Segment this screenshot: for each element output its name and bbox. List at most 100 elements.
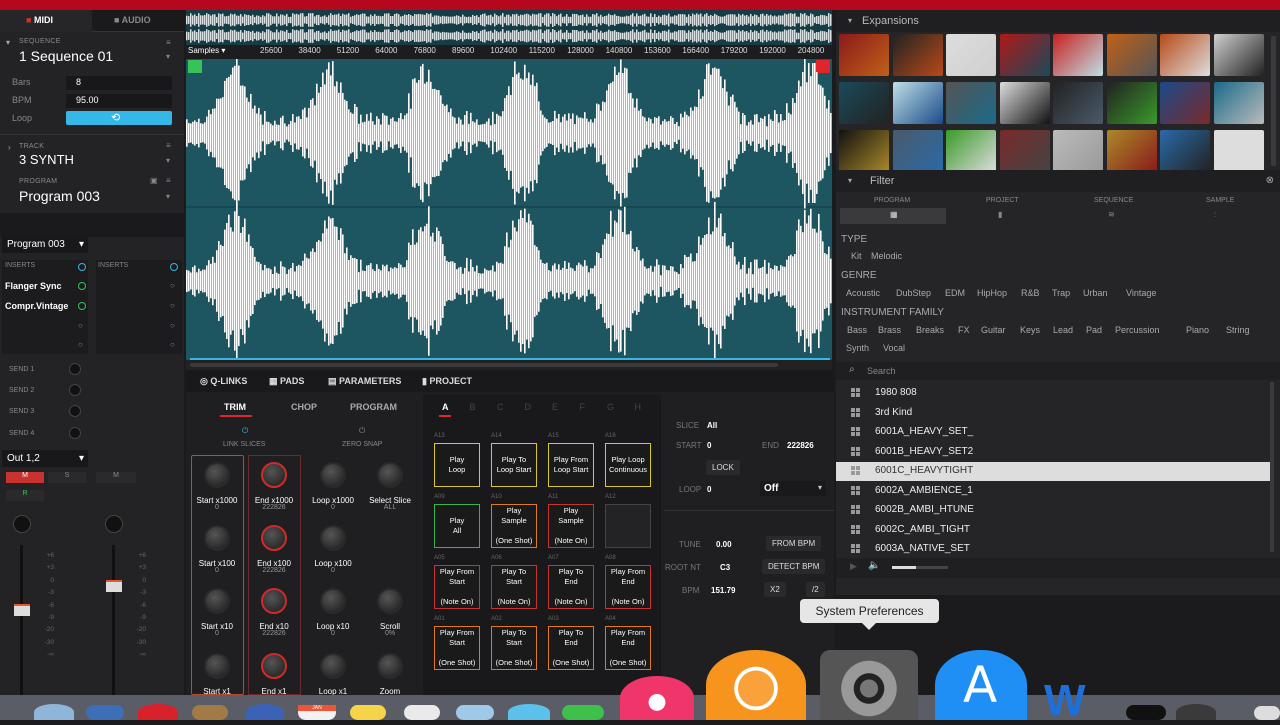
expansions-scrollbar[interactable]	[1271, 36, 1276, 166]
pad-a10[interactable]: Play Sample (One Shot)	[491, 504, 537, 548]
word-icon[interactable]: W	[1044, 679, 1114, 723]
search-bar[interactable]: ⌕ Search	[836, 362, 1280, 380]
facetime-icon[interactable]	[562, 705, 604, 720]
program-list-item[interactable]: 6002B_AMBI_HTUNE	[836, 501, 1270, 520]
notes-icon[interactable]	[350, 705, 386, 720]
calendar-icon[interactable]: JAN	[298, 705, 336, 720]
bars-field[interactable]: 8	[66, 76, 172, 90]
bpm-field[interactable]: 95.00	[66, 94, 172, 108]
inserts-power-icon-2[interactable]	[170, 263, 178, 271]
root-note-value[interactable]: C3	[720, 563, 730, 572]
expansion-thumbnail[interactable]	[946, 34, 996, 76]
mute-button-2[interactable]: M	[96, 472, 136, 483]
expansion-thumbnail[interactable]	[892, 34, 943, 76]
filter-tab-sequence[interactable]: SEQUENCE	[1094, 197, 1133, 204]
expansion-thumbnail[interactable]	[892, 82, 943, 124]
trash-icon[interactable]	[1254, 706, 1280, 720]
expansion-thumbnail[interactable]	[1160, 34, 1210, 76]
filter-chip[interactable]: Guitar	[981, 325, 1006, 335]
send-1-knob[interactable]	[69, 363, 81, 375]
half-bpm-button[interactable]: /2	[806, 582, 825, 597]
expansion-thumbnail[interactable]	[892, 130, 943, 172]
filter-chip[interactable]: EDM	[945, 288, 965, 298]
qlink-knob[interactable]	[320, 525, 346, 551]
expansion-thumbnail[interactable]	[1106, 34, 1157, 76]
insert-power-icon[interactable]: ○	[170, 340, 175, 349]
expansion-thumbnail[interactable]	[1213, 34, 1264, 76]
start-value[interactable]: 0	[707, 441, 711, 450]
expansion-thumbnail[interactable]	[839, 130, 889, 172]
mute-button[interactable]: M	[6, 472, 44, 483]
program-menu-icon[interactable]: ≡	[166, 176, 171, 185]
pad-a09[interactable]: Play All	[434, 504, 480, 548]
insert-slot-2[interactable]: Compr.Vintage	[5, 301, 68, 311]
expansion-thumbnail[interactable]	[999, 130, 1050, 172]
sequence-dropdown-icon[interactable]: ▾	[166, 52, 170, 61]
insert-power-icon[interactable]: ○	[170, 321, 175, 330]
pad-bank-f[interactable]: F	[580, 402, 586, 412]
mail-icon[interactable]	[86, 705, 124, 720]
pan-knob-2[interactable]	[105, 515, 123, 533]
waveform-scrollbar[interactable]	[186, 360, 832, 370]
filter-chip[interactable]: Melodic	[871, 251, 902, 261]
send-2-knob[interactable]	[69, 384, 81, 396]
volume-fader-2[interactable]	[106, 580, 122, 592]
filter-collapse-icon[interactable]: ▾	[848, 176, 852, 185]
pad-a14[interactable]: Play To Loop Start	[491, 443, 537, 487]
pad-a02[interactable]: Play To Start (One Shot)	[491, 626, 537, 670]
sequence-menu-icon[interactable]: ≡	[166, 38, 171, 47]
qlink-knob[interactable]	[320, 653, 346, 679]
expansion-thumbnail[interactable]	[839, 82, 889, 124]
end-value[interactable]: 222826	[787, 441, 814, 450]
qlink-knob[interactable]	[261, 525, 287, 551]
subtab-chop[interactable]: CHOP	[291, 402, 317, 412]
subtab-trim[interactable]: TRIM	[224, 402, 246, 412]
tab-midi[interactable]: ■ MIDI	[26, 15, 53, 25]
reminders-icon[interactable]	[404, 705, 440, 720]
expansion-thumbnail[interactable]	[1160, 82, 1210, 124]
filter-chip[interactable]: DubStep	[896, 288, 931, 298]
program-dropdown-icon[interactable]: ▾	[166, 192, 170, 201]
pad-a01[interactable]: Play From Start (One Shot)	[434, 626, 480, 670]
from-bpm-button[interactable]: FROM BPM	[766, 536, 822, 551]
filter-chip[interactable]: Breaks	[916, 325, 944, 335]
pad-bank-b[interactable]: B	[470, 402, 476, 412]
filter-chip[interactable]: Synth	[846, 343, 869, 353]
track-menu-icon[interactable]: ≡	[166, 141, 171, 150]
qlink-knob[interactable]	[320, 462, 346, 488]
pad-a08[interactable]: Play From End (Note On)	[605, 565, 651, 609]
pad-bank-h[interactable]: H	[635, 402, 642, 412]
solo-button[interactable]: S	[48, 472, 86, 483]
qlink-knob[interactable]	[204, 462, 230, 488]
program-list-item[interactable]: 3rd Kind	[836, 404, 1270, 423]
link-slices-power-icon[interactable]: ⏻	[242, 426, 248, 436]
preview-volume-slider[interactable]	[892, 566, 948, 569]
inserts-power-icon[interactable]	[78, 263, 86, 271]
filter-chip[interactable]: Percussion	[1115, 325, 1160, 335]
pad-a05[interactable]: Play From Start (Note On)	[434, 565, 480, 609]
filter-chip[interactable]: Urban	[1083, 288, 1108, 298]
insert-slot-1[interactable]: Flanger Sync	[5, 281, 62, 291]
program-list-item[interactable]: 6001C_HEAVYTIGHT	[836, 462, 1270, 481]
qlink-knob[interactable]	[261, 653, 287, 679]
filter-chip[interactable]: FX	[958, 325, 970, 335]
qlink-knob[interactable]	[377, 588, 403, 614]
insert-power-icon[interactable]: ○	[78, 340, 83, 349]
pad-a07[interactable]: Play To End (Note On)	[548, 565, 594, 609]
pad-a11[interactable]: Play Sample (Note On)	[548, 504, 594, 548]
program-name[interactable]: Program 003	[19, 188, 100, 204]
slice-value[interactable]: All	[707, 421, 717, 430]
expansion-thumbnail[interactable]	[999, 82, 1050, 124]
filter-chip[interactable]: Vocal	[883, 343, 905, 353]
speaker-icon[interactable]: 🔈	[868, 560, 880, 571]
double-bpm-button[interactable]: X2	[764, 582, 786, 597]
detect-bpm-button[interactable]: DETECT BPM	[762, 559, 826, 574]
waveform-overview[interactable]	[186, 10, 832, 45]
filter-tab-sample[interactable]: SAMPLE	[1206, 197, 1234, 204]
pad-bank-c[interactable]: C	[497, 402, 504, 412]
pan-knob[interactable]	[13, 515, 31, 533]
loop-value[interactable]: 0	[707, 485, 711, 494]
volume-fader[interactable]	[14, 604, 30, 616]
qlink-knob[interactable]	[377, 462, 403, 488]
lock-button[interactable]: LOCK	[706, 460, 740, 475]
